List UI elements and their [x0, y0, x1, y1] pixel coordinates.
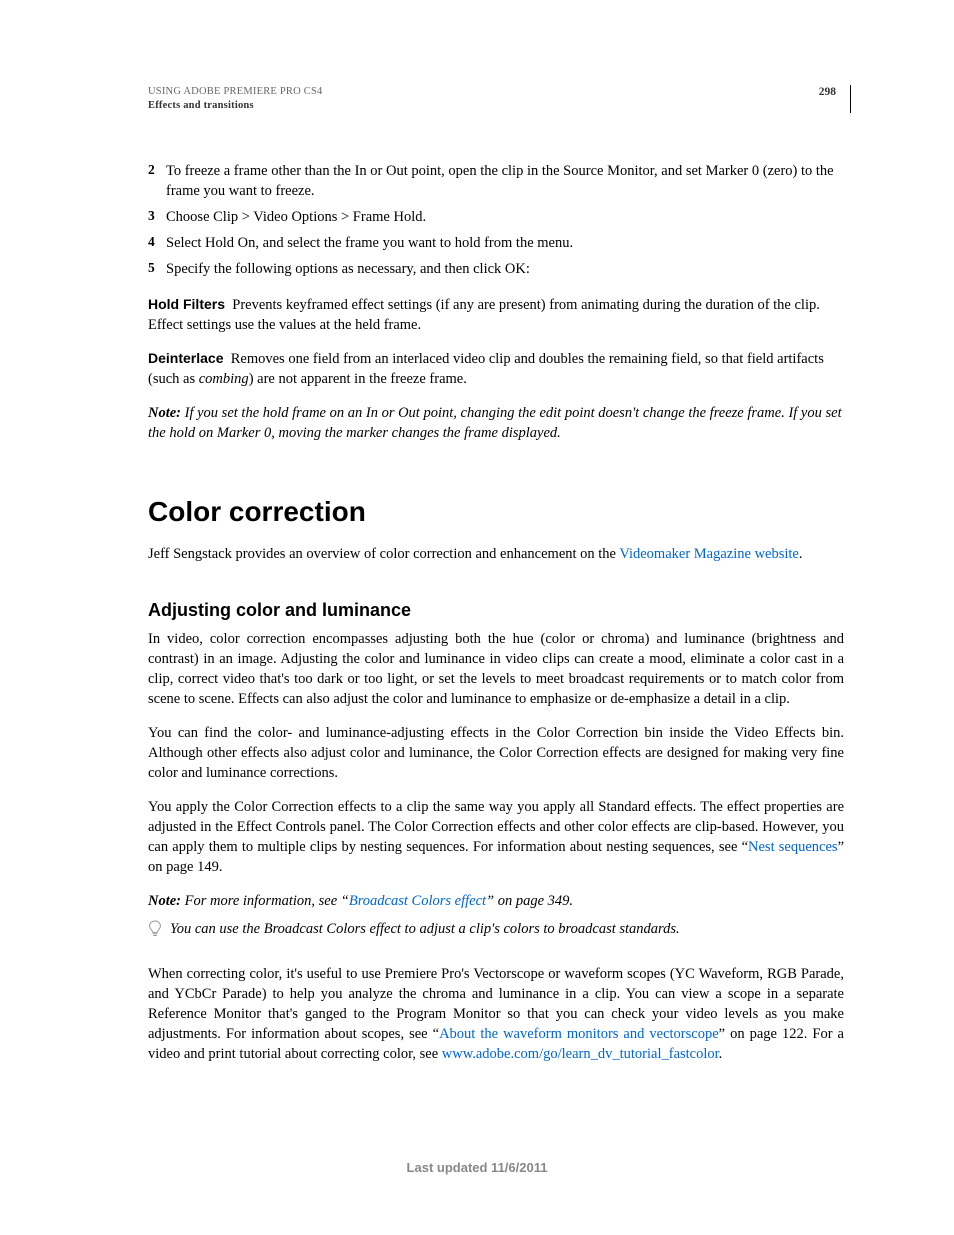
step-text: Specify the following options as necessa… [166, 259, 844, 279]
definition-body: Prevents keyframed effect settings (if a… [148, 297, 820, 333]
tip-text: You can use the Broadcast Colors effect … [170, 919, 680, 939]
step-item: 3 Choose Clip > Video Options > Frame Ho… [148, 207, 844, 227]
step-text: Choose Clip > Video Options > Frame Hold… [166, 207, 844, 227]
text-run: . [799, 546, 803, 562]
link-adobe-tutorial[interactable]: www.adobe.com/go/learn_dv_tutorial_fastc… [442, 1046, 719, 1062]
note: Note: If you set the hold frame on an In… [148, 403, 844, 443]
definition-deinterlace: Deinterlace Removes one field from an in… [148, 349, 844, 389]
body-paragraph: When correcting color, it's useful to us… [148, 964, 844, 1064]
page-footer: Last updated 11/6/2011 [0, 1159, 954, 1177]
note-text: If you set the hold frame on an In or Ou… [148, 405, 842, 441]
doc-title: USING ADOBE PREMIERE PRO CS4 [148, 85, 323, 99]
link-broadcast-colors[interactable]: Broadcast Colors effect [349, 893, 486, 909]
definition-term: Deinterlace [148, 350, 223, 366]
step-text: Select Hold On, and select the frame you… [166, 233, 844, 253]
definition-body-part: ) are not apparent in the freeze frame. [249, 371, 467, 387]
lightbulb-icon [148, 920, 166, 944]
step-number: 4 [148, 233, 166, 253]
link-waveform-vectorscope[interactable]: About the waveform monitors and vectorsc… [439, 1026, 719, 1042]
step-text: To freeze a frame other than the In or O… [166, 161, 844, 201]
step-item: 5 Specify the following options as neces… [148, 259, 844, 279]
heading-adjusting-color: Adjusting color and luminance [148, 598, 844, 623]
note-label: Note: [148, 893, 181, 909]
step-number: 5 [148, 259, 166, 279]
page-number: 298 [819, 85, 844, 101]
link-videomaker[interactable]: Videomaker Magazine website [619, 546, 799, 562]
note-label: Note: [148, 405, 181, 421]
text-run: . [719, 1046, 723, 1062]
text-run: For more information, see “ [181, 893, 349, 909]
step-number: 2 [148, 161, 166, 201]
body-paragraph: You apply the Color Correction effects t… [148, 797, 844, 877]
definition-term: Hold Filters [148, 296, 225, 312]
body-paragraph: You can find the color- and luminance-ad… [148, 723, 844, 783]
intro-paragraph: Jeff Sengstack provides an overview of c… [148, 544, 844, 564]
text-run: Jeff Sengstack provides an overview of c… [148, 546, 619, 562]
page: USING ADOBE PREMIERE PRO CS4 Effects and… [0, 0, 954, 1235]
header-left: USING ADOBE PREMIERE PRO CS4 Effects and… [148, 85, 323, 113]
numbered-steps: 2 To freeze a frame other than the In or… [148, 161, 844, 279]
step-number: 3 [148, 207, 166, 227]
step-item: 2 To freeze a frame other than the In or… [148, 161, 844, 201]
text-run: You apply the Color Correction effects t… [148, 799, 844, 855]
definition-body-italic: combing [199, 371, 249, 387]
note: Note: For more information, see “Broadca… [148, 891, 844, 911]
text-run: ” on page 349. [486, 893, 573, 909]
definition-hold-filters: Hold Filters Prevents keyframed effect s… [148, 295, 844, 335]
step-item: 4 Select Hold On, and select the frame y… [148, 233, 844, 253]
page-content: 2 To freeze a frame other than the In or… [148, 119, 844, 1063]
link-nest-sequences[interactable]: Nest sequences [748, 839, 838, 855]
body-paragraph: In video, color correction encompasses a… [148, 629, 844, 709]
tip: You can use the Broadcast Colors effect … [148, 919, 844, 944]
heading-color-correction: Color correction [148, 493, 844, 532]
running-header: USING ADOBE PREMIERE PRO CS4 Effects and… [148, 85, 844, 113]
header-divider [850, 85, 851, 113]
section-name: Effects and transitions [148, 99, 323, 113]
